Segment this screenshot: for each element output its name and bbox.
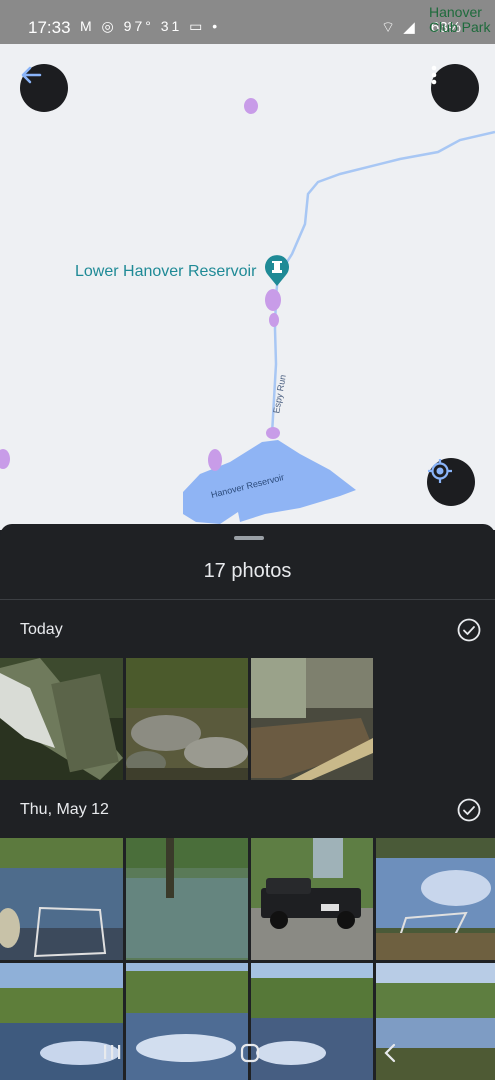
photo-thumbnail[interactable] bbox=[251, 658, 373, 780]
photo-thumbnail[interactable] bbox=[126, 838, 248, 960]
select-all-check-icon[interactable] bbox=[457, 798, 481, 822]
photos-bottom-sheet[interactable]: 17 photos Today Thu, May 12 bbox=[0, 524, 495, 1080]
stream-line bbox=[270, 130, 495, 435]
photo-thumbnail[interactable] bbox=[376, 838, 495, 960]
section-title-may-12: Thu, May 12 bbox=[20, 801, 109, 818]
home-icon[interactable] bbox=[240, 1043, 260, 1063]
back-button[interactable] bbox=[20, 64, 68, 112]
highlight-dot bbox=[208, 449, 222, 471]
highlight-dot bbox=[266, 427, 280, 439]
highlight-dot bbox=[269, 313, 279, 327]
highlight-dot bbox=[244, 98, 258, 114]
arrow-left-icon bbox=[21, 66, 42, 84]
photo-thumbnail[interactable] bbox=[126, 658, 248, 780]
notification-icons: M ◎ 97° 31 ▭ • bbox=[80, 18, 221, 34]
status-bar: 17:33 M ◎ 97° 31 ▭ • ⌔ ◢ 63% Hanover Clu… bbox=[0, 0, 495, 44]
drag-handle[interactable] bbox=[234, 536, 264, 540]
more-vert-icon bbox=[431, 65, 437, 85]
highlight-dot bbox=[265, 289, 281, 311]
my-location-icon bbox=[428, 459, 452, 483]
back-nav-icon[interactable] bbox=[383, 1042, 397, 1064]
divider bbox=[0, 599, 495, 600]
photo-thumbnail[interactable] bbox=[0, 658, 123, 780]
status-time: 17:33 bbox=[28, 18, 71, 37]
photo-thumbnail[interactable] bbox=[251, 838, 373, 960]
map-canvas bbox=[0, 98, 495, 524]
highlight-dot bbox=[0, 449, 10, 469]
select-all-check-icon[interactable] bbox=[457, 618, 481, 642]
wifi-icon: ⌔ ◢ bbox=[380, 19, 417, 36]
map-corner-label: Hanover Club Park bbox=[429, 4, 491, 35]
system-nav-bar bbox=[0, 1030, 495, 1080]
photo-thumbnail[interactable] bbox=[0, 838, 123, 960]
more-options-button[interactable] bbox=[431, 64, 479, 112]
map-view[interactable]: Lower Hanover Reservoir Espy Run Hanover… bbox=[0, 44, 495, 530]
section-title-today: Today bbox=[20, 621, 63, 638]
recents-icon[interactable] bbox=[103, 1044, 121, 1060]
photo-count: 17 photos bbox=[203, 560, 292, 582]
poi-label[interactable]: Lower Hanover Reservoir bbox=[75, 263, 256, 281]
my-location-button[interactable] bbox=[427, 458, 475, 506]
